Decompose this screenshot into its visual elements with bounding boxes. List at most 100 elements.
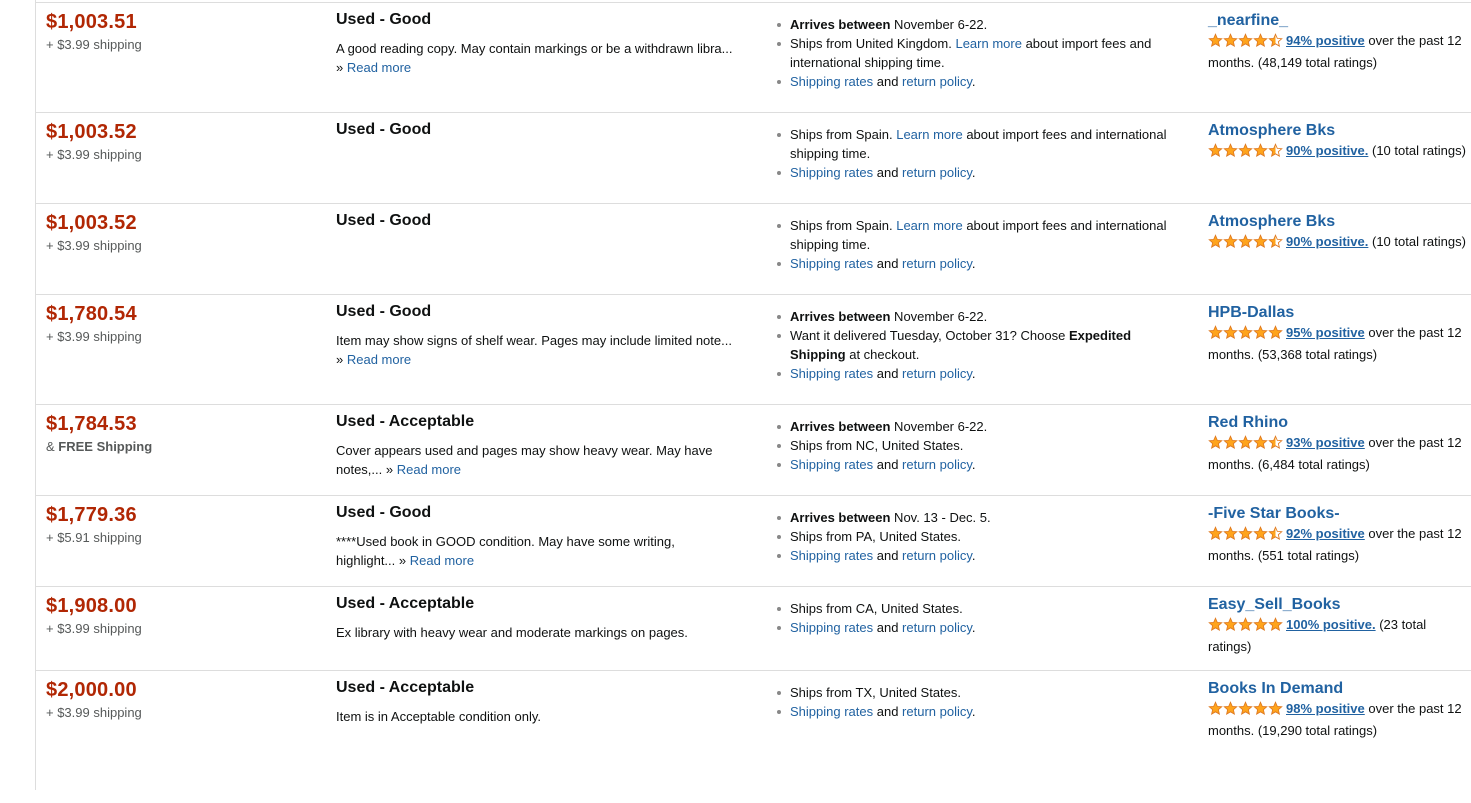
shipping-rates-link[interactable]: Shipping rates bbox=[790, 256, 873, 271]
learn-more-link[interactable]: Learn more bbox=[896, 127, 962, 142]
seller-column: Atmosphere Bks 90% positive. (10 total ra… bbox=[1208, 212, 1468, 254]
shipping-rates-link[interactable]: Shipping rates bbox=[790, 620, 873, 635]
return-policy-link[interactable]: return policy bbox=[902, 548, 972, 563]
seller-rating: 93% positive over the past 12 months. (6… bbox=[1208, 433, 1468, 474]
learn-more-link[interactable]: Learn more bbox=[896, 218, 962, 233]
star-icon bbox=[1208, 526, 1223, 540]
condition-description: Ex library with heavy wear and moderate … bbox=[336, 623, 736, 642]
seller-name-link[interactable]: -Five Star Books- bbox=[1208, 504, 1468, 524]
delivery-item: Shipping rates and return policy. bbox=[777, 702, 1174, 721]
delivery-column: Arrives between November 6-22. Ships from… bbox=[774, 15, 1174, 91]
star-icon bbox=[1223, 617, 1238, 631]
description-text: ****Used book in GOOD condition. May hav… bbox=[336, 534, 675, 568]
shipping-rates-link[interactable]: Shipping rates bbox=[790, 704, 873, 719]
delivery-column: Ships from Spain. Learn more about impor… bbox=[774, 216, 1174, 273]
seller-column: HPB-Dallas 95% positive over the past 12 … bbox=[1208, 303, 1468, 364]
shipping-rates-link[interactable]: Shipping rates bbox=[790, 74, 873, 89]
read-more-link[interactable]: Read more bbox=[347, 352, 411, 367]
seller-name-link[interactable]: HPB-Dallas bbox=[1208, 303, 1468, 323]
read-more-link[interactable]: Read more bbox=[347, 60, 411, 75]
seller-column: Books In Demand 98% positive over the pas… bbox=[1208, 679, 1468, 740]
delivery-text: Ships from United Kingdom. bbox=[790, 36, 956, 51]
seller-name-link[interactable]: _nearfine_ bbox=[1208, 11, 1468, 31]
delivery-column: Ships from CA, United States. Shipping ra… bbox=[774, 599, 1174, 637]
price-column: $1,003.51 + $3.99 shipping bbox=[46, 11, 306, 53]
read-more-link[interactable]: Read more bbox=[410, 553, 474, 568]
seller-name-link[interactable]: Easy_Sell_Books bbox=[1208, 595, 1468, 615]
delivery-item: Shipping rates and return policy. bbox=[777, 254, 1174, 273]
seller-name-link[interactable]: Books In Demand bbox=[1208, 679, 1468, 699]
shipping-cost: + $3.99 shipping bbox=[46, 238, 142, 253]
delivery-text: November 6-22. bbox=[890, 17, 988, 32]
star-rating bbox=[1208, 234, 1283, 254]
delivery-text: and bbox=[873, 256, 903, 271]
delivery-column: Ships from Spain. Learn more about impor… bbox=[774, 125, 1174, 182]
read-more-link[interactable]: Read more bbox=[397, 462, 461, 477]
star-icon bbox=[1268, 234, 1283, 248]
delivery-list: Ships from Spain. Learn more about impor… bbox=[774, 216, 1174, 273]
return-policy-link[interactable]: return policy bbox=[902, 620, 972, 635]
star-icon bbox=[1223, 143, 1238, 157]
delivery-text: and bbox=[873, 704, 903, 719]
delivery-text: and bbox=[873, 74, 903, 89]
positive-rating-link[interactable]: 90% positive. bbox=[1286, 234, 1368, 249]
seller-rating: 92% positive over the past 12 months. (5… bbox=[1208, 524, 1468, 565]
delivery-list: Arrives between November 6-22. Want it de… bbox=[774, 307, 1174, 383]
shipping-rates-link[interactable]: Shipping rates bbox=[790, 165, 873, 180]
star-icon bbox=[1268, 435, 1283, 449]
return-policy-link[interactable]: return policy bbox=[902, 74, 972, 89]
delivery-text: . bbox=[971, 704, 976, 719]
star-icon bbox=[1238, 435, 1253, 449]
positive-rating-link[interactable]: 93% positive bbox=[1286, 435, 1365, 450]
positive-rating-link[interactable]: 95% positive bbox=[1286, 325, 1365, 340]
positive-rating-link[interactable]: 100% positive. bbox=[1286, 617, 1376, 632]
delivery-text: and bbox=[873, 457, 903, 472]
delivery-item: Arrives between Nov. 13 - Dec. 5. bbox=[777, 508, 1174, 527]
description-text: Item is in Acceptable condition only. bbox=[336, 709, 541, 724]
positive-rating-link[interactable]: 98% positive bbox=[1286, 701, 1365, 716]
offer-price: $1,003.52 bbox=[46, 121, 137, 143]
star-icon bbox=[1208, 234, 1223, 248]
offer-price: $2,000.00 bbox=[46, 679, 137, 701]
price-column: $2,000.00 + $3.99 shipping bbox=[46, 679, 306, 721]
star-icon bbox=[1223, 325, 1238, 339]
delivery-item: Ships from PA, United States. bbox=[777, 527, 1174, 546]
rating-summary: (10 total ratings) bbox=[1368, 234, 1466, 249]
positive-rating-link[interactable]: 90% positive. bbox=[1286, 143, 1368, 158]
offer-row: $1,003.52 + $3.99 shipping Used - Good Ship… bbox=[36, 203, 1471, 294]
delivery-list: Arrives between Nov. 13 - Dec. 5. Ships f… bbox=[774, 508, 1174, 565]
seller-rating: 94% positive over the past 12 months. (4… bbox=[1208, 31, 1468, 72]
delivery-item: Ships from NC, United States. bbox=[777, 436, 1174, 455]
seller-name-link[interactable]: Red Rhino bbox=[1208, 413, 1468, 433]
star-icon bbox=[1223, 234, 1238, 248]
return-policy-link[interactable]: return policy bbox=[902, 366, 972, 381]
star-icon bbox=[1238, 325, 1253, 339]
free-shipping-label: FREE Shipping bbox=[58, 439, 153, 454]
shipping-rates-link[interactable]: Shipping rates bbox=[790, 548, 873, 563]
condition-column: Used - Good A good reading copy. May cont… bbox=[336, 9, 736, 77]
offer-row: $1,779.36 + $5.91 shipping Used - Good ****… bbox=[36, 495, 1471, 586]
seller-name-link[interactable]: Atmosphere Bks bbox=[1208, 212, 1468, 232]
delivery-item: Shipping rates and return policy. bbox=[777, 72, 1174, 91]
positive-rating-link[interactable]: 94% positive bbox=[1286, 33, 1365, 48]
delivery-list: Ships from CA, United States. Shipping ra… bbox=[774, 599, 1174, 637]
delivery-list: Ships from Spain. Learn more about impor… bbox=[774, 125, 1174, 182]
return-policy-link[interactable]: return policy bbox=[902, 256, 972, 271]
offer-price: $1,003.51 bbox=[46, 11, 137, 33]
seller-rating: 90% positive. (10 total ratings) bbox=[1208, 141, 1468, 163]
return-policy-link[interactable]: return policy bbox=[902, 457, 972, 472]
star-icon bbox=[1208, 325, 1223, 339]
positive-rating-link[interactable]: 92% positive bbox=[1286, 526, 1365, 541]
condition-description: Item is in Acceptable condition only. bbox=[336, 707, 736, 726]
delivery-text: . bbox=[971, 366, 976, 381]
price-column: $1,003.52 + $3.99 shipping bbox=[46, 212, 306, 254]
return-policy-link[interactable]: return policy bbox=[902, 165, 972, 180]
seller-name-link[interactable]: Atmosphere Bks bbox=[1208, 121, 1468, 141]
shipping-rates-link[interactable]: Shipping rates bbox=[790, 366, 873, 381]
condition-label: Used - Good bbox=[336, 121, 432, 138]
learn-more-link[interactable]: Learn more bbox=[955, 36, 1021, 51]
offer-price: $1,784.53 bbox=[46, 413, 137, 435]
return-policy-link[interactable]: return policy bbox=[902, 704, 972, 719]
star-rating bbox=[1208, 526, 1283, 546]
shipping-rates-link[interactable]: Shipping rates bbox=[790, 457, 873, 472]
